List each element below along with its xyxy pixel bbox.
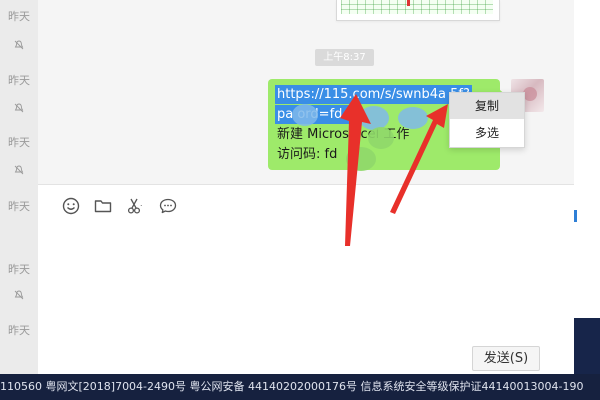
send-button[interactable]: 发送(S) xyxy=(472,346,540,371)
redaction-blob xyxy=(346,147,376,171)
chat-history-icon[interactable] xyxy=(158,196,178,216)
mute-icon xyxy=(0,165,38,175)
context-menu: 复制 多选 xyxy=(449,92,525,148)
footer-license-text: 110560 粤网文[2018]7004-2490号 粤公网安备 4414020… xyxy=(0,380,584,393)
mute-icon xyxy=(0,40,38,50)
conversation-item[interactable]: 昨天 xyxy=(0,74,38,88)
redaction-blob xyxy=(398,107,428,129)
redaction-blob xyxy=(359,106,389,130)
conversation-item[interactable]: 昨天 xyxy=(0,10,38,24)
conversation-date: 昨天 xyxy=(8,136,30,149)
spreadsheet-thumbnail[interactable] xyxy=(336,0,500,21)
conversation-date: 昨天 xyxy=(8,263,30,276)
site-footer: 110560 粤网文[2018]7004-2490号 粤公网安备 4414020… xyxy=(0,374,600,400)
conversation-date: 昨天 xyxy=(8,324,30,337)
conversation-item[interactable]: 昨天 xyxy=(0,200,38,214)
conversation-date: 昨天 xyxy=(8,10,30,23)
screen: 昨天 昨天 昨天 昨天 昨天 昨天 上午8:37 https://115.com… xyxy=(0,0,600,400)
conversation-item[interactable]: 昨天 xyxy=(0,136,38,150)
message-timestamp: 上午8:37 xyxy=(315,49,374,66)
message-link-text[interactable]: https://115.com/s/swnb4a 5f? xyxy=(275,85,472,104)
emoji-icon[interactable] xyxy=(61,196,81,216)
spreadsheet-marker xyxy=(407,0,410,6)
background-accent xyxy=(574,210,577,222)
spreadsheet-preview xyxy=(341,0,493,14)
message-access-code: 访问码: fd xyxy=(277,147,338,162)
redaction-blob xyxy=(292,104,318,126)
conversation-date: 昨天 xyxy=(8,200,30,213)
conversation-date: 昨天 xyxy=(8,74,30,87)
conversation-item[interactable]: 昨天 xyxy=(0,263,38,277)
mute-icon xyxy=(0,290,38,300)
menu-item-multi-select[interactable]: 多选 xyxy=(450,120,524,146)
message-input-area[interactable]: 发送(S) xyxy=(38,184,574,375)
scissors-icon[interactable] xyxy=(125,196,145,216)
redaction-blob xyxy=(368,127,394,149)
mute-icon xyxy=(0,103,38,113)
conversation-list: 昨天 昨天 昨天 昨天 昨天 昨天 xyxy=(0,0,39,374)
folder-icon[interactable] xyxy=(93,196,113,216)
conversation-item[interactable]: 昨天 xyxy=(0,324,38,338)
menu-item-copy[interactable]: 复制 xyxy=(450,93,524,119)
avatar-image xyxy=(523,87,537,101)
background-footer-edge xyxy=(574,318,600,374)
